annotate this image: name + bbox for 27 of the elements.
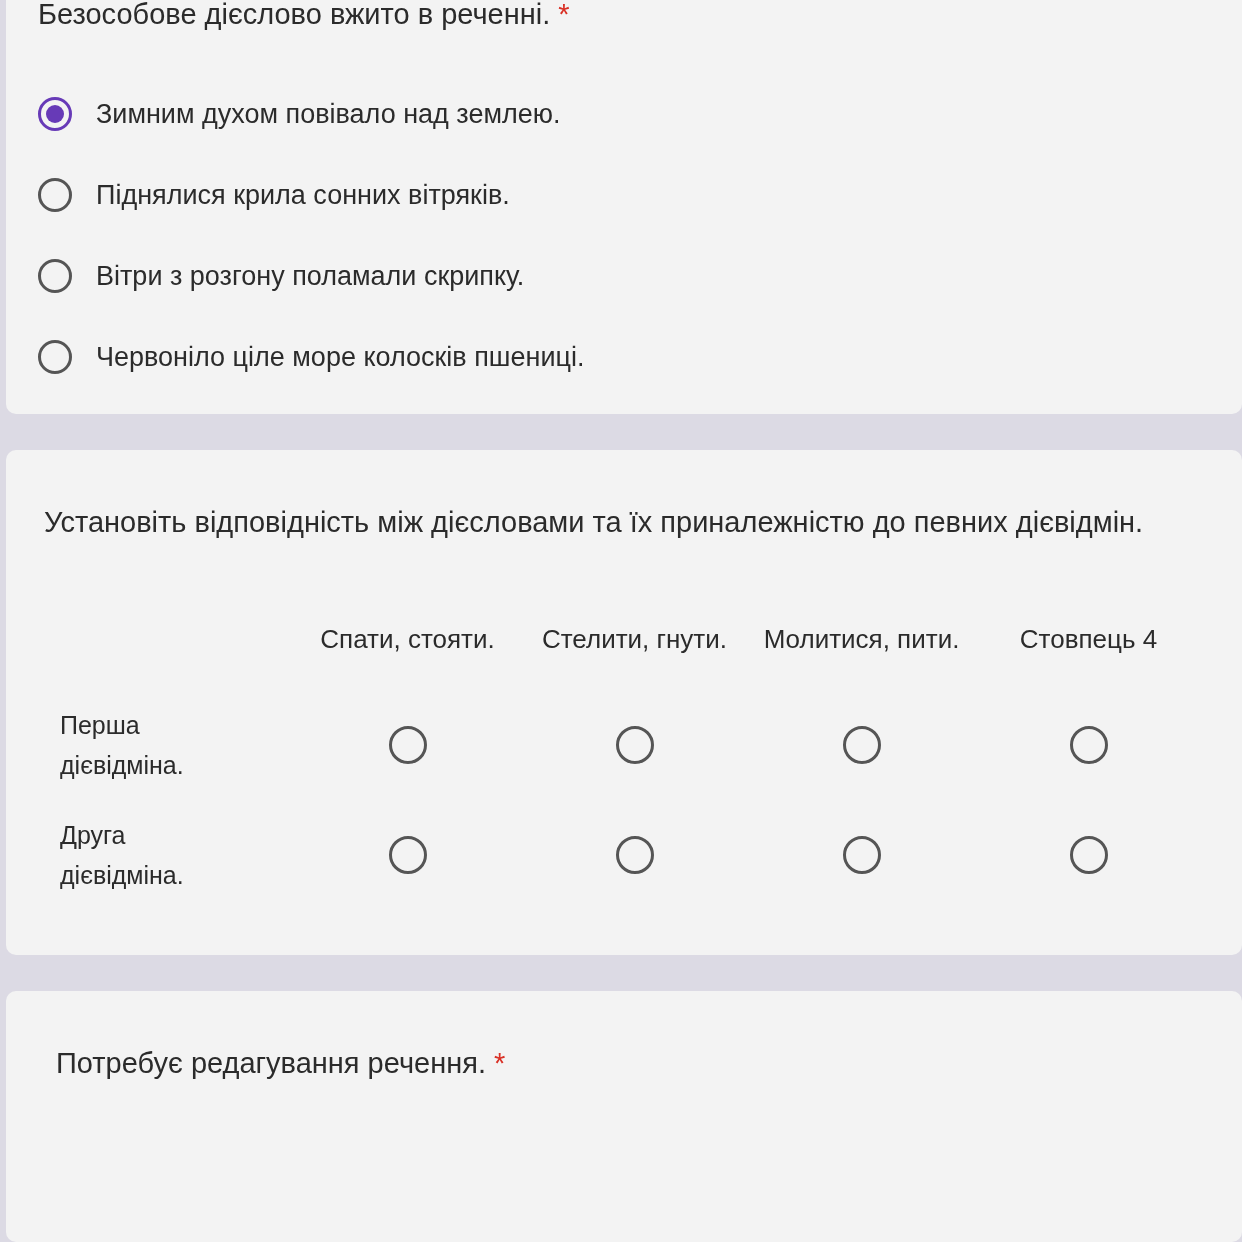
radio-button[interactable]	[38, 340, 72, 374]
radio-button[interactable]	[38, 259, 72, 293]
option-label: Піднялися крила сонних вітряків.	[96, 179, 510, 211]
column-header: Спати, стояти.	[320, 624, 495, 654]
radio-button[interactable]	[842, 726, 881, 764]
radio-button[interactable]	[1069, 836, 1108, 874]
option-label: Червоніло ціле море колосків пшениці.	[96, 341, 585, 373]
row-label: Друга дієвідміна.	[60, 821, 184, 889]
radio-button[interactable]	[38, 97, 72, 131]
option-label: Вітри з розгону поламали скрипку.	[96, 260, 525, 292]
required-mark: *	[493, 1047, 506, 1080]
column-header: Стовпець 4	[1019, 624, 1158, 654]
radio-button[interactable]	[615, 836, 654, 874]
radio-button[interactable]	[38, 178, 72, 212]
radio-button[interactable]	[842, 836, 881, 874]
column-header: Стелити, гнути.	[541, 624, 728, 654]
row-label: Перша дієвідміна.	[60, 711, 184, 779]
radio-button[interactable]	[1069, 726, 1108, 764]
option-label: Зимним духом повівало над землею.	[96, 98, 561, 130]
question-title: Безособове дієслово вжито в реченні.	[38, 0, 551, 31]
question-title: Установіть відповідність між дієсловами та їх приналежністю до певних дієвідмін.	[44, 506, 1144, 538]
question-title: Потребує редагування речення.	[56, 1047, 486, 1080]
column-header: Молитися, пити.	[763, 624, 960, 654]
radio-button[interactable]	[388, 726, 427, 764]
radio-button[interactable]	[388, 836, 427, 874]
radio-button[interactable]	[615, 726, 654, 764]
required-mark: *	[558, 0, 570, 31]
